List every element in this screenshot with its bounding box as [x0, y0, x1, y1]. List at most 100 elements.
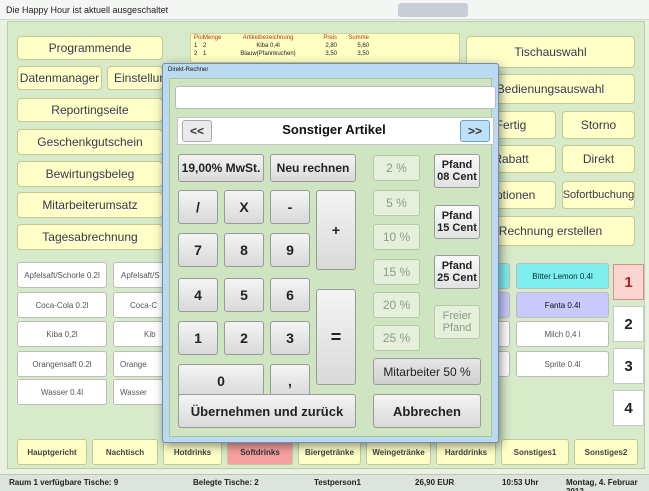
multiply-key[interactable]: X — [224, 190, 264, 224]
status-amount: 26,90 EUR — [415, 478, 455, 487]
status-time: 10:53 Uhr — [502, 478, 539, 487]
product-coca-cola-2[interactable]: Coca-C — [113, 292, 168, 318]
ticket-cell: 5,60 — [357, 43, 369, 49]
ticket-cell: 2 — [203, 43, 207, 49]
product-wasser[interactable]: Wasser 0.4l — [17, 379, 107, 405]
category-nachtisch[interactable]: Nachtisch — [92, 439, 158, 465]
key-6[interactable]: 6 — [270, 278, 310, 312]
category-hauptgericht[interactable]: Hauptgericht — [17, 439, 87, 465]
dialog-title: Direkt-Rechner — [168, 67, 209, 73]
einstellungen-button[interactable]: Einstellun — [107, 66, 163, 90]
order-ticket: Pos Menge Artikelbezeichnung Preis Summe… — [190, 33, 460, 63]
article-title: Sonstiger Artikel — [282, 122, 386, 137]
mitarbeiterumsatz-button[interactable]: Mitarbeiterumsatz — [17, 192, 163, 218]
pfand-08-button[interactable]: Pfand 08 Cent — [434, 154, 480, 188]
direkt-rechner-dialog: Direkt-Rechner << Sonstiger Artikel >> 1… — [162, 63, 499, 443]
prev-article-button[interactable]: << — [182, 120, 212, 142]
equals-key[interactable]: = — [316, 289, 356, 385]
page-1-button[interactable]: 1 — [613, 264, 644, 300]
category-sonstiges2[interactable]: Sonstiges2 — [574, 439, 638, 465]
dialog-body: << Sonstiger Artikel >> 19,00% MwSt. Neu… — [169, 78, 496, 437]
ticket-cell: Blauw(Pfannkuchen) — [240, 51, 296, 57]
discount-20-button[interactable]: 20 % — [373, 292, 420, 318]
status-user: Testperson1 — [314, 478, 361, 487]
page-2-button[interactable]: 2 — [613, 306, 644, 342]
product-kiba[interactable]: Kiba 0,2l — [17, 321, 107, 347]
window-title-bar: Die Happy Hour ist aktuell ausgeschaltet — [0, 0, 649, 20]
discount-15-button[interactable]: 15 % — [373, 259, 420, 285]
key-0[interactable]: 0 — [178, 364, 264, 398]
product-coca-cola[interactable]: Coca-Cola 0.2l — [17, 292, 107, 318]
programmende-button[interactable]: Programmende — [17, 36, 163, 60]
discount-10-button[interactable]: 10 % — [373, 224, 420, 250]
ticket-col-pos: Pos — [194, 35, 205, 41]
cancel-button[interactable]: Abbrechen — [373, 394, 481, 428]
window-title: Die Happy Hour ist aktuell ausgeschaltet — [6, 5, 169, 15]
key-2[interactable]: 2 — [224, 321, 264, 355]
product-orangensaft[interactable]: Orangensaft 0.2l — [17, 351, 107, 377]
product-milch[interactable]: Milch 0,4 l — [516, 321, 609, 347]
ticket-cell: Kiba 0,4l — [256, 43, 280, 49]
bewirtungsbeleg-button[interactable]: Bewirtungsbeleg — [17, 161, 163, 187]
key-5[interactable]: 5 — [224, 278, 264, 312]
geschenkgutschein-button[interactable]: Geschenkgutschein — [17, 129, 163, 155]
next-article-button[interactable]: >> — [460, 120, 490, 142]
storno-button[interactable]: Storno — [562, 111, 635, 139]
pfand-15-button[interactable]: Pfand 15 Cent — [434, 205, 480, 239]
product-kiba-2[interactable]: Kib — [113, 321, 168, 347]
product-wasser-2[interactable]: Wasser — [113, 379, 168, 405]
datenmanager-button[interactable]: Datenmanager — [17, 66, 102, 90]
sofortbuchung-button[interactable]: Sofortbuchung — [562, 181, 635, 209]
tagesabrechnung-button[interactable]: Tagesabrechnung — [17, 224, 163, 250]
key-4[interactable]: 4 — [178, 278, 218, 312]
ticket-col-menge: Menge — [203, 35, 222, 41]
calculator-display[interactable] — [175, 86, 496, 109]
pfand-25-button[interactable]: Pfand 25 Cent — [434, 255, 480, 289]
discount-25-button[interactable]: 25 % — [373, 325, 420, 351]
ticket-col-preis: Preis — [323, 35, 337, 41]
product-orangensaft-2[interactable]: Orange — [113, 351, 168, 377]
product-sprite[interactable]: Sprite 0.4l — [516, 351, 609, 377]
key-7[interactable]: 7 — [178, 233, 218, 267]
product-bitter-lemon[interactable]: Bitter Lemon 0.4l — [516, 263, 609, 289]
title-bar-redacted-area — [398, 3, 468, 17]
key-9[interactable]: 9 — [270, 233, 310, 267]
ticket-cell: 2,80 — [325, 43, 337, 49]
direkt-button[interactable]: Direkt — [562, 145, 635, 173]
status-occupied-tables: Belegte Tische: 2 — [193, 478, 259, 487]
page-3-button[interactable]: 3 — [613, 348, 644, 384]
discount-2-button[interactable]: 2 % — [373, 155, 420, 181]
ticket-cell: 3,50 — [357, 51, 369, 57]
reportingseite-button[interactable]: Reportingseite — [17, 98, 163, 122]
ticket-cell: 2 — [194, 51, 198, 57]
product-apfelsaft-schorle[interactable]: Apfelsaft/Schorle 0.2l — [17, 262, 107, 288]
minus-key[interactable]: - — [270, 190, 310, 224]
product-fanta[interactable]: Fanta 0.4l — [516, 292, 609, 318]
ticket-header-row: Pos Menge Artikelbezeichnung Preis Summe — [191, 34, 459, 42]
page-4-button[interactable]: 4 — [613, 390, 644, 426]
key-3[interactable]: 3 — [270, 321, 310, 355]
ticket-col-summe: Summe — [348, 35, 369, 41]
status-free-tables: Raum 1 verfügbare Tische: 9 — [9, 478, 119, 487]
freier-pfand-button[interactable]: Freier Pfand — [434, 305, 480, 339]
key-8[interactable]: 8 — [224, 233, 264, 267]
key-1[interactable]: 1 — [178, 321, 218, 355]
product-apfelsaft-2[interactable]: Apfelsaft/S — [113, 262, 168, 288]
ticket-cell: 3,50 — [325, 51, 337, 57]
article-nav-bar: << Sonstiger Artikel >> — [177, 117, 494, 145]
divide-key[interactable]: / — [178, 190, 218, 224]
mitarbeiter-50-button[interactable]: Mitarbeiter 50 % — [373, 358, 481, 385]
ticket-col-artikel: Artikelbezeichnung — [242, 35, 294, 41]
table-row[interactable]: 1 2 Kiba 0,4l 2,80 5,60 — [191, 42, 459, 50]
status-bar: Raum 1 verfügbare Tische: 9 Belegte Tisc… — [0, 474, 649, 491]
table-row[interactable]: 2 1 Blauw(Pfannkuchen) 3,50 3,50 — [191, 50, 459, 58]
vat-19-button[interactable]: 19,00% MwSt. — [178, 154, 264, 182]
category-sonstiges1[interactable]: Sonstiges1 — [501, 439, 569, 465]
status-date: Montag, 4. Februar 2013 — [566, 478, 638, 491]
discount-5-button[interactable]: 5 % — [373, 190, 420, 216]
accept-and-return-button[interactable]: Übernehmen und zurück — [178, 394, 356, 428]
plus-key[interactable]: + — [316, 190, 356, 270]
ticket-cell: 1 — [194, 43, 198, 49]
recalculate-button[interactable]: Neu rechnen — [270, 154, 356, 182]
comma-key[interactable]: , — [270, 364, 310, 398]
